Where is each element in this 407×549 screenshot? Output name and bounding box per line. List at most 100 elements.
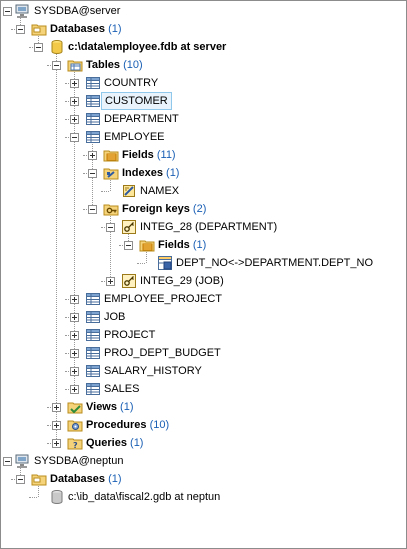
expand-toggle[interactable] [52, 421, 61, 430]
tree-node-text: SALES [104, 383, 140, 395]
fk-field-node-dept-no[interactable]: DEPT_NO<->DEPARTMENT.DEPT_NO [157, 254, 376, 272]
collapse-toggle[interactable] [88, 169, 97, 178]
tree-node-text: SALARY_HISTORY [104, 365, 202, 377]
procedures-node[interactable]: Procedures (10) [67, 416, 172, 434]
foreign-keys-node[interactable]: Foreign keys (2) [103, 200, 209, 218]
queries-node[interactable]: ? Queries (1) [67, 434, 146, 452]
collapse-toggle[interactable] [16, 25, 25, 34]
tree-node-text: Views [86, 401, 117, 413]
expand-toggle[interactable] [70, 331, 79, 340]
tree-node-count: (1) [126, 437, 144, 449]
expand-toggle[interactable] [70, 367, 79, 376]
tree-node-text: DEPT_NO<->DEPARTMENT.DEPT_NO [176, 257, 374, 269]
tree-node-text: Tables [86, 59, 121, 71]
tree-node-label: c:\ib_data\fiscal2.gdb at neptun [65, 488, 223, 506]
tree-node-text: SYSDBA@neptun [34, 455, 124, 467]
tree-node-count: (2) [189, 203, 207, 215]
tree-node-text: COUNTRY [104, 77, 159, 89]
expand-toggle[interactable] [70, 295, 79, 304]
expand-toggle[interactable] [52, 439, 61, 448]
table-icon [85, 327, 101, 343]
tree-node-text: Fields [122, 149, 154, 161]
tree-node-label: PROJECT [101, 326, 158, 344]
database-node-employee[interactable]: c:\data\employee.fdb at server [49, 38, 229, 56]
table-icon [85, 129, 101, 145]
collapse-toggle[interactable] [106, 223, 115, 232]
tree-node-label: PROJ_DEPT_BUDGET [101, 344, 224, 362]
collapse-toggle[interactable] [3, 7, 12, 16]
table-node-department[interactable]: DEPARTMENT [85, 110, 182, 128]
fk-node-integ-28[interactable]: INTEG_28 (DEPARTMENT) [121, 218, 280, 236]
folder-icon [31, 471, 47, 487]
collapse-toggle[interactable] [34, 43, 43, 52]
fk-icon [121, 219, 137, 235]
collapse-toggle[interactable] [124, 241, 133, 250]
database-node-fiscal2[interactable]: c:\ib_data\fiscal2.gdb at neptun [49, 488, 223, 506]
table-node-country[interactable]: COUNTRY [85, 74, 161, 92]
tree-node-count: (1) [189, 239, 207, 251]
table-node-project[interactable]: PROJECT [85, 326, 158, 344]
server-node-neptun[interactable]: SYSDBA@neptun [15, 452, 126, 470]
expand-toggle[interactable] [88, 151, 97, 160]
expand-toggle[interactable] [70, 385, 79, 394]
tree-node-text: Foreign keys [122, 203, 190, 215]
server-icon [15, 453, 31, 469]
table-node-employee-project[interactable]: EMPLOYEE_PROJECT [85, 290, 225, 308]
tree-node-text: Queries [86, 437, 127, 449]
collapse-toggle[interactable] [88, 205, 97, 214]
expand-toggle[interactable] [70, 115, 79, 124]
database-object-tree[interactable]: SYSDBA@server Databases (1) c:\data\employ… [1, 1, 406, 548]
tree-node-label: SYSDBA@server [31, 2, 123, 20]
expand-toggle[interactable] [70, 79, 79, 88]
tree-node-text: EMPLOYEE [104, 131, 165, 143]
collapse-toggle[interactable] [16, 475, 25, 484]
tree-node-count: (1) [117, 401, 134, 413]
tree-node-label: COUNTRY [101, 74, 161, 92]
tree-node-text: PROJ_DEPT_BUDGET [104, 347, 221, 359]
fk-node-integ-29[interactable]: INTEG_29 (JOB) [121, 272, 227, 290]
queries-icon: ? [67, 435, 83, 451]
tree-node-text: c:\ib_data\fiscal2.gdb at neptun [68, 491, 221, 503]
table-node-sales[interactable]: SALES [85, 380, 142, 398]
expand-toggle[interactable] [52, 403, 61, 412]
expand-toggle[interactable] [70, 349, 79, 358]
tree-node-text: Databases [50, 23, 106, 35]
tables-folder-icon [67, 57, 83, 73]
fk-fields-node[interactable]: Fields (1) [139, 236, 209, 254]
tree-node-text: Indexes [122, 167, 163, 179]
tree-node-text: NAMEX [140, 185, 180, 197]
tree-node-label: Databases (1) [47, 20, 125, 38]
tree-node-label: Queries (1) [83, 434, 146, 452]
views-icon [67, 399, 83, 415]
table-icon [85, 111, 101, 127]
tree-node-text: CUSTOMER [105, 95, 168, 107]
views-node[interactable]: Views (1) [67, 398, 137, 416]
tree-node-label: Indexes (1) [119, 164, 182, 182]
tree-node-label: Foreign keys (2) [119, 200, 209, 218]
databases-node-neptun[interactable]: Databases (1) [31, 470, 125, 488]
table-node-salary-history[interactable]: SALARY_HISTORY [85, 362, 205, 380]
expand-toggle[interactable] [70, 313, 79, 322]
server-node-sysdba[interactable]: SYSDBA@server [15, 2, 123, 20]
table-node-proj-dept-budget[interactable]: PROJ_DEPT_BUDGET [85, 344, 224, 362]
tree-node-label: Fields (11) [119, 146, 179, 164]
fields-node[interactable]: Fields (11) [103, 146, 179, 164]
tree-node-text: c:\data\employee.fdb at server [68, 41, 227, 53]
tree-node-count: (10) [120, 59, 143, 71]
table-node-customer[interactable]: CUSTOMER [85, 92, 172, 110]
tree-node-text: DEPARTMENT [104, 113, 179, 125]
collapse-toggle[interactable] [3, 457, 12, 466]
table-node-job[interactable]: JOB [85, 308, 128, 326]
collapse-toggle[interactable] [70, 133, 79, 142]
index-node-namex[interactable]: NAMEX [121, 182, 182, 200]
table-node-employee[interactable]: EMPLOYEE [85, 128, 168, 146]
indexes-node[interactable]: Indexes (1) [103, 164, 182, 182]
tables-node[interactable]: Tables (10) [67, 56, 146, 74]
tree-node-label: DEPARTMENT [101, 110, 182, 128]
tree-node-count: (1) [162, 167, 180, 179]
table-icon [85, 93, 101, 109]
expand-toggle[interactable] [106, 277, 115, 286]
expand-toggle[interactable] [70, 97, 79, 106]
databases-node[interactable]: Databases (1) [31, 20, 125, 38]
collapse-toggle[interactable] [52, 61, 61, 70]
